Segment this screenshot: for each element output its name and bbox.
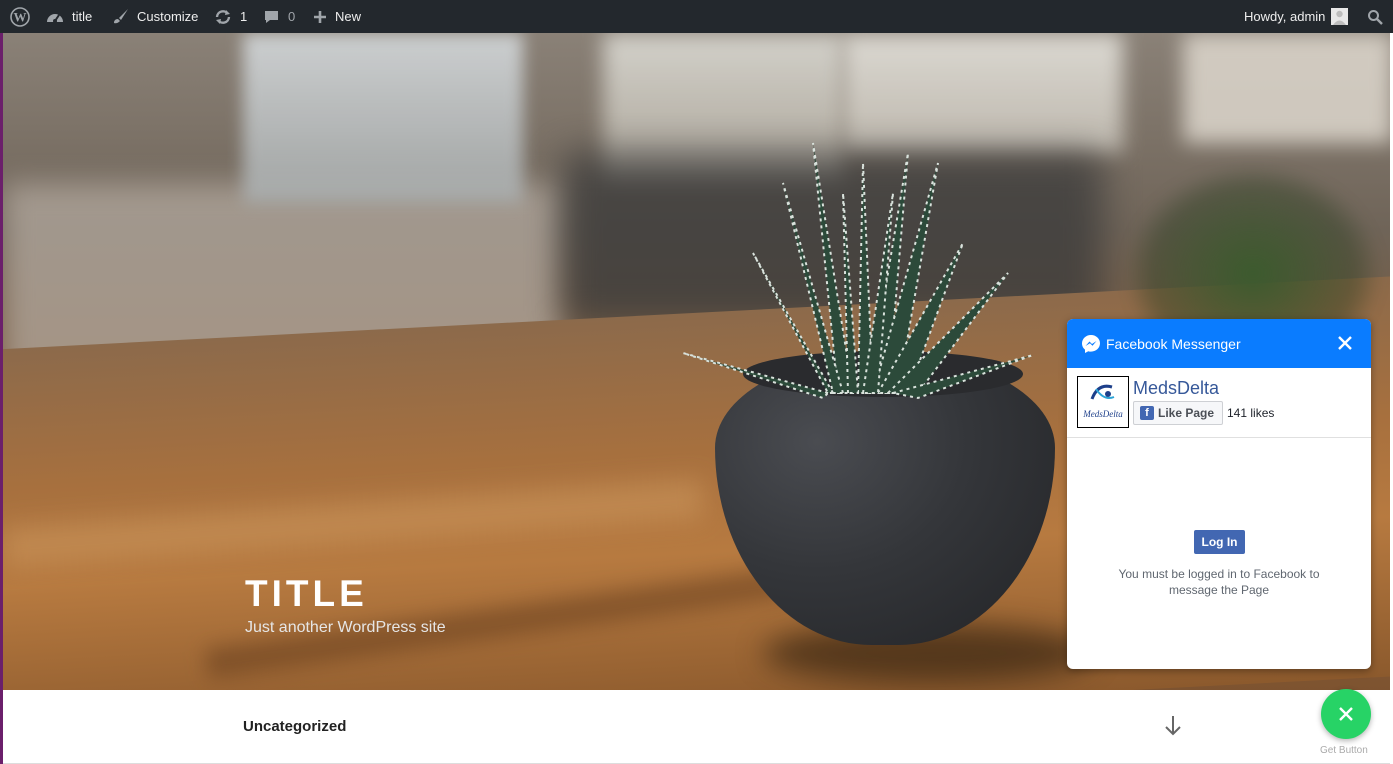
- messenger-title: Facebook Messenger: [1106, 336, 1241, 352]
- updates-icon: [215, 9, 231, 24]
- customize-label: Customize: [137, 9, 199, 24]
- avatar: [1331, 8, 1349, 25]
- new-label: New: [335, 9, 362, 24]
- facebook-messenger-widget: Facebook Messenger MedsDelta MedsDelta f…: [1067, 319, 1371, 669]
- page-avatar[interactable]: MedsDelta: [1077, 376, 1129, 428]
- messenger-header: Facebook Messenger: [1067, 319, 1371, 368]
- plus-icon: [314, 10, 326, 23]
- get-button-label[interactable]: Get Button: [1320, 745, 1368, 756]
- login-button[interactable]: Log In: [1194, 530, 1245, 554]
- new-content-menu[interactable]: New: [313, 0, 361, 33]
- arrow-down-icon[interactable]: [1164, 715, 1182, 742]
- my-account-menu[interactable]: Howdy, admin: [1244, 0, 1349, 33]
- close-icon[interactable]: [1337, 335, 1353, 356]
- comment-icon: [265, 10, 278, 23]
- site-title[interactable]: TITLE: [245, 573, 368, 615]
- paintbrush-icon: [114, 9, 128, 24]
- likes-count: 141 likes: [1227, 406, 1275, 420]
- comments-count: 0: [288, 9, 296, 24]
- succulent-leaves-image: [682, 142, 1034, 400]
- customize-link[interactable]: Customize: [112, 0, 198, 33]
- facebook-icon: f: [1140, 406, 1154, 420]
- site-name-menu[interactable]: title: [46, 0, 92, 33]
- like-page-button[interactable]: f Like Page: [1133, 401, 1224, 425]
- updates-link[interactable]: 1: [214, 0, 247, 33]
- greeting-label: Howdy, admin: [1244, 9, 1326, 24]
- svg-text:W: W: [14, 9, 27, 24]
- comments-link[interactable]: 0: [263, 0, 295, 33]
- get-button-toggle[interactable]: [1321, 689, 1371, 739]
- category-menu-item[interactable]: Uncategorized: [243, 718, 346, 735]
- navigation-bar: Uncategorized: [3, 690, 1390, 764]
- medsdelta-logo-icon: [1090, 384, 1115, 400]
- updates-count: 1: [240, 9, 248, 24]
- search-icon[interactable]: [1367, 0, 1383, 33]
- page-name-link[interactable]: MedsDelta: [1133, 378, 1219, 399]
- dashboard-icon: [47, 13, 63, 23]
- messenger-icon: [1081, 334, 1101, 359]
- close-icon: [1339, 707, 1353, 721]
- wordpress-logo-icon[interactable]: W: [10, 0, 30, 33]
- login-required-message: You must be logged in to Facebook to mes…: [1118, 567, 1320, 597]
- site-name-label: title: [72, 9, 93, 24]
- wp-admin-bar: W title Customize 1 0 New Howdy, admin: [0, 0, 1393, 33]
- like-page-label: Like Page: [1158, 406, 1215, 420]
- facebook-page-plugin: MedsDelta MedsDelta f Like Page 141 like…: [1067, 368, 1371, 438]
- site-tagline: Just another WordPress site: [245, 619, 446, 636]
